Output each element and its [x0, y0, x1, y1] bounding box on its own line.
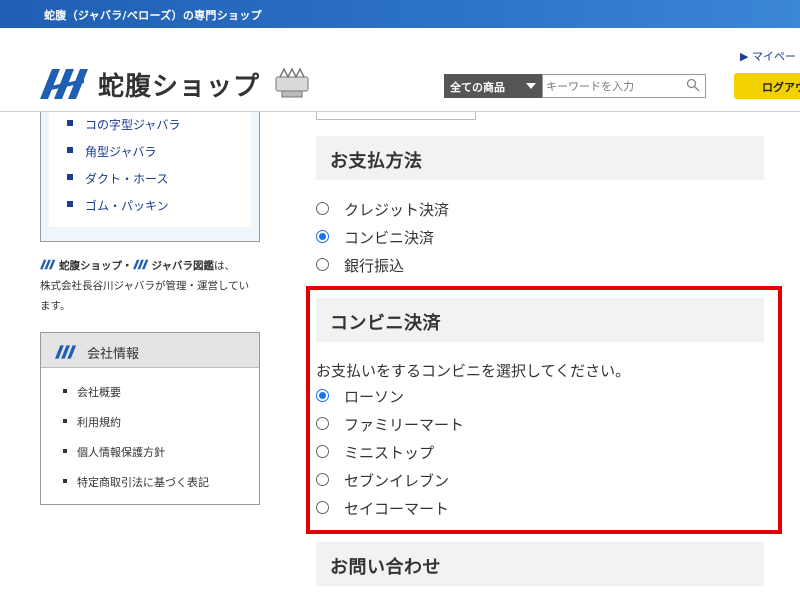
contact-title: お問い合わせ — [330, 557, 441, 578]
input-box-bottom-edge — [316, 112, 476, 120]
convenience-store-title: コンビニ決済 — [330, 313, 441, 334]
top-banner-text: 蛇腹（ジャバラ/ベローズ）の専門ショップ — [44, 9, 262, 22]
payment-method-title: お支払方法 — [330, 151, 423, 172]
company-link-label: 個人情報保護方針 — [77, 446, 165, 459]
logo-mark-icon[interactable] — [40, 69, 90, 99]
search-category-label: 全ての商品 — [450, 81, 505, 94]
mypage-link[interactable]: ▶ マイペー — [740, 48, 796, 64]
payment-method-header: お支払方法 — [316, 136, 764, 180]
company-link-label: 会社概要 — [77, 386, 121, 399]
bullet-square-icon — [67, 147, 73, 153]
category-list: コの字型ジャバラ 角型ジャバラ ダクト・ホース ゴム・パッキン — [49, 112, 251, 227]
store-option-label: セブンイレブン — [344, 472, 450, 490]
store-option-label: セイコーマート — [344, 500, 450, 518]
logo-mark-icon — [132, 259, 148, 270]
category-label: 角型ジャバラ — [85, 145, 157, 159]
category-label: ダクト・ホース — [85, 172, 169, 186]
convenience-store-header: コンビニ決済 — [316, 298, 764, 342]
bullet-square-icon — [67, 201, 73, 207]
company-info-box: 会社情報 会社概要 利用規約 個人情報保護方針 特定商取引法に基づく表記 — [40, 332, 260, 505]
bellows-machine-icon — [275, 67, 309, 98]
company-info-header: 会社情報 — [41, 333, 259, 368]
bullet-icon — [63, 389, 67, 393]
bullet-icon — [63, 449, 67, 453]
store-option-label: ローソン — [344, 388, 405, 406]
radio-button[interactable] — [316, 230, 329, 243]
radio-button[interactable] — [316, 417, 329, 430]
category-label: コの字型ジャバラ — [85, 118, 181, 132]
top-banner: 蛇腹（ジャバラ/ベローズ）の専門ショップ — [0, 0, 800, 28]
store-option-label: ミニストップ — [344, 444, 435, 462]
chevron-down-icon — [526, 83, 536, 89]
logo-mark-icon — [40, 259, 56, 270]
radio-button[interactable] — [316, 473, 329, 486]
radio-button[interactable] — [316, 501, 329, 514]
logout-button[interactable]: ログアウ — [734, 73, 800, 99]
payment-option-label: コンビニ決済 — [344, 229, 435, 247]
about-brand: 蛇腹ショップ・ — [59, 260, 133, 272]
site-header: 蛇腹ショップ ▶ マイペー 全ての商品 ログアウ — [0, 28, 800, 112]
store-option-label: ファミリーマート — [344, 416, 465, 434]
radio-button[interactable] — [316, 389, 329, 402]
about-text-1: は、 — [213, 260, 235, 272]
about-text-2: 株式会社長谷川ジャバラが管理・運営してい — [40, 280, 250, 292]
radio-button[interactable] — [316, 258, 329, 271]
search-category-select[interactable]: 全ての商品 — [444, 74, 542, 98]
about-brand-2: ジャバラ図鑑 — [151, 260, 214, 272]
payment-option-label: 銀行振込 — [344, 257, 405, 275]
company-link-label: 特定商取引法に基づく表記 — [77, 476, 209, 489]
bullet-icon — [63, 419, 67, 423]
bullet-square-icon — [67, 120, 73, 126]
bullet-icon — [63, 479, 67, 483]
search-input[interactable] — [542, 74, 706, 98]
radio-button[interactable] — [316, 445, 329, 458]
about-text-3: ます。 — [40, 300, 71, 312]
convenience-instruction: お支払いをするコンビニを選択してください。 — [316, 362, 631, 380]
logo-text[interactable]: 蛇腹ショップ — [98, 66, 260, 103]
about-text: 蛇腹ショップ・ ジャバラ図鑑は、 株式会社長谷川ジャバラが管理・運営してい ます… — [40, 256, 265, 316]
search-icon[interactable] — [686, 78, 700, 92]
company-link-label: 利用規約 — [77, 416, 121, 429]
payment-option-label: クレジット決済 — [344, 201, 450, 219]
logo-mark-icon — [55, 345, 77, 359]
company-info-title: 会社情報 — [87, 347, 140, 362]
radio-button[interactable] — [316, 202, 329, 215]
category-label: ゴム・パッキン — [85, 199, 169, 213]
category-box: コの字型ジャバラ 角型ジャバラ ダクト・ホース ゴム・パッキン — [40, 112, 260, 242]
bullet-square-icon — [67, 174, 73, 180]
contact-header: お問い合わせ — [316, 542, 764, 586]
